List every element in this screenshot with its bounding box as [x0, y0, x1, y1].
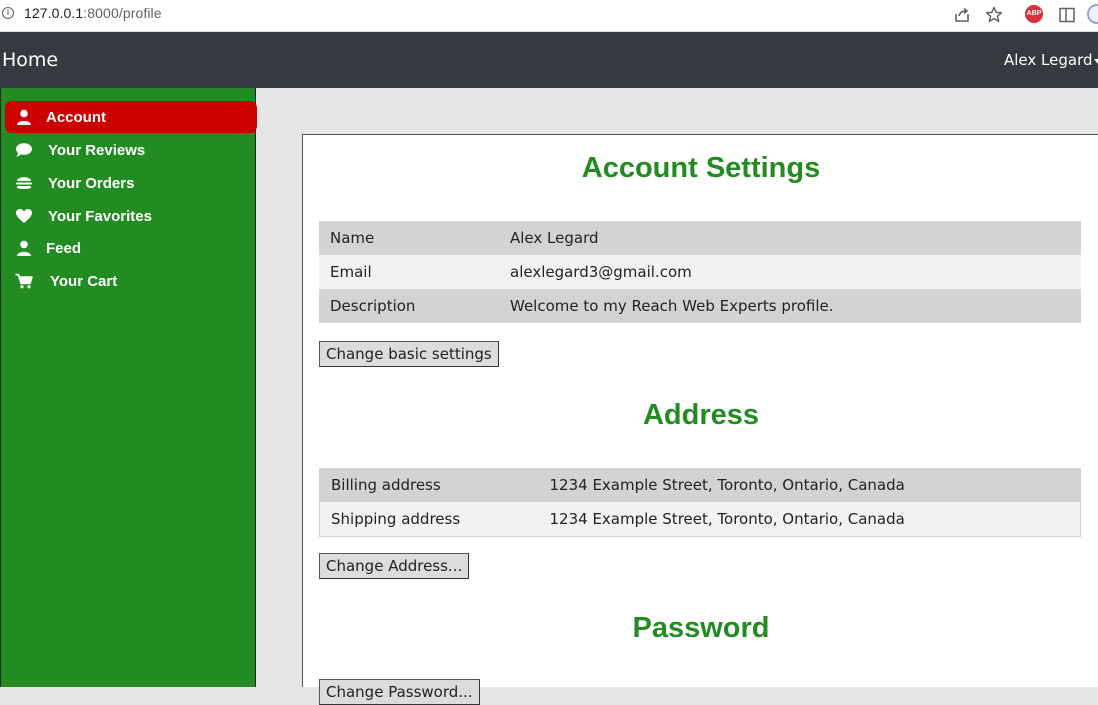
table-row: Billing address 1234 Example Street, Tor… [319, 468, 1081, 502]
password-heading: Password [632, 612, 770, 644]
comment-icon [16, 143, 32, 157]
change-password-button[interactable]: Change Password... [319, 679, 480, 705]
row-value: Welcome to my Reach Web Experts profile. [510, 297, 834, 315]
row-value: 1234 Example Street, Toronto, Ontario, C… [549, 509, 905, 528]
top-navbar: Home Alex Legard [0, 32, 1098, 88]
sidebar: Account Your Reviews Your Orders Your Fa… [0, 88, 257, 687]
url-field[interactable]: 127.0.0.1:8000/profile [24, 5, 162, 21]
change-basic-settings-button[interactable]: Change basic settings [319, 341, 499, 367]
row-label: Description [330, 297, 416, 315]
table-row: Name Alex Legard [319, 221, 1081, 255]
sidebar-item-reviews[interactable]: Your Reviews [5, 134, 257, 166]
row-label: Billing address [331, 476, 441, 494]
sidebar-item-label: Your Cart [50, 273, 118, 290]
row-label: Name [330, 229, 375, 247]
share-icon[interactable] [952, 5, 972, 25]
account-table: Name Alex Legard Email alexlegard3@gmail… [319, 221, 1081, 323]
row-label: Shipping address [331, 509, 461, 528]
user-icon [17, 240, 31, 256]
chevron-down-icon[interactable] [1094, 59, 1098, 64]
adblock-plus-icon[interactable]: ABP [1025, 5, 1043, 23]
row-value: 1234 Example Street, Toronto, Ontario, C… [549, 476, 905, 494]
sidebar-item-cart[interactable]: Your Cart [5, 265, 257, 297]
sidebar-item-label: Your Favorites [48, 208, 152, 225]
account-settings-heading: Account Settings [581, 152, 821, 184]
profile-card: Account Settings Name Alex Legard Email … [302, 134, 1098, 705]
url-path: :8000/profile [83, 5, 162, 21]
sidebar-item-orders[interactable]: Your Orders [5, 167, 257, 199]
sidebar-item-account[interactable]: Account [5, 101, 257, 133]
table-row: Description Welcome to my Reach Web Expe… [319, 289, 1081, 323]
user-icon [17, 109, 31, 125]
home-link[interactable]: Home [2, 49, 58, 71]
url-host: 127.0.0.1 [24, 5, 84, 21]
browser-address-bar: i 127.0.0.1:8000/profile ABP [0, 0, 1098, 32]
profile-avatar-icon[interactable] [1087, 4, 1098, 24]
sidebar-item-favorites[interactable]: Your Favorites [5, 200, 257, 232]
site-info-icon[interactable]: i [2, 7, 14, 19]
row-value: Alex Legard [510, 229, 599, 247]
row-label: Email [330, 263, 372, 281]
change-address-button[interactable]: Change Address... [319, 553, 470, 579]
sidebar-item-label: Feed [46, 240, 82, 257]
sidebar-item-feed[interactable]: Feed [5, 232, 257, 264]
user-menu[interactable]: Alex Legard [1004, 51, 1093, 69]
cart-icon [15, 273, 33, 289]
sidebar-item-label: Account [46, 109, 106, 126]
table-row: Email alexlegard3@gmail.com [319, 255, 1081, 289]
address-table: Billing address 1234 Example Street, Tor… [319, 468, 1081, 537]
table-row: Shipping address 1234 Example Street, To… [319, 502, 1081, 536]
burger-icon [16, 177, 32, 189]
sidebar-item-label: Your Orders [48, 175, 135, 192]
sidebar-panel-icon[interactable] [1057, 5, 1077, 25]
bookmark-star-icon[interactable] [984, 5, 1004, 25]
sidebar-item-label: Your Reviews [48, 142, 146, 159]
row-value: alexlegard3@gmail.com [510, 263, 692, 281]
address-heading: Address [642, 399, 760, 431]
heart-icon [16, 209, 32, 223]
